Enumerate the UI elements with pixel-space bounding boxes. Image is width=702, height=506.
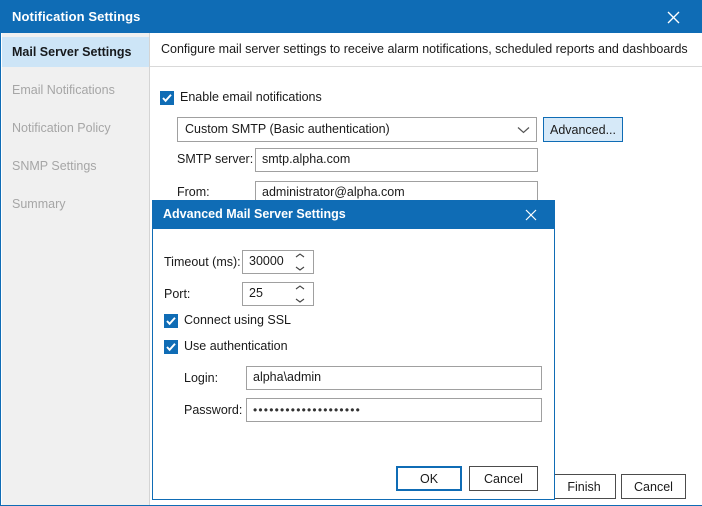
sidebar-item-email-notifications[interactable]: Email Notifications: [2, 75, 149, 105]
wizard-sidebar: Mail Server Settings Email Notifications…: [2, 33, 150, 505]
chevron-up-icon: [295, 285, 305, 290]
timeout-label: Timeout (ms):: [164, 255, 241, 269]
chevron-down-icon: [295, 266, 305, 271]
password-label: Password:: [184, 403, 243, 417]
close-icon[interactable]: [512, 201, 550, 229]
port-value: 25: [249, 286, 263, 300]
connect-using-ssl-label: Connect using SSL: [184, 313, 292, 327]
smtp-mode-value: Custom SMTP (Basic authentication): [185, 122, 390, 136]
notification-settings-window: Notification Settings Mail Server Settin…: [0, 0, 702, 506]
password-value: ••••••••••••••••••••: [253, 403, 362, 417]
timeout-value: 30000: [249, 254, 284, 268]
chevron-down-icon: [517, 118, 530, 141]
dialog-cancel-button[interactable]: Cancel: [469, 466, 538, 491]
timeout-spinner-arrows[interactable]: [292, 253, 308, 271]
login-value: alpha\admin: [253, 370, 322, 384]
from-value: administrator@alpha.com: [262, 185, 405, 199]
sidebar-item-snmp-settings[interactable]: SNMP Settings: [2, 151, 149, 181]
port-label: Port:: [164, 287, 191, 301]
advanced-button[interactable]: Advanced...: [543, 117, 623, 142]
smtp-server-label: SMTP server:: [177, 152, 254, 166]
close-icon[interactable]: [651, 1, 695, 33]
sidebar-item-label: Mail Server Settings: [12, 45, 132, 59]
window-titlebar: Notification Settings: [1, 1, 701, 33]
enable-email-notifications-label: Enable email notifications: [180, 90, 322, 104]
port-stepper[interactable]: 25: [242, 282, 314, 306]
use-authentication-checkbox[interactable]: [164, 340, 178, 354]
chevron-up-icon: [295, 253, 305, 258]
smtp-server-value: smtp.alpha.com: [262, 152, 351, 166]
login-label: Login:: [184, 371, 219, 385]
chevron-down-icon: [295, 298, 305, 303]
timeout-stepper[interactable]: 30000: [242, 250, 314, 274]
dialog-titlebar: Advanced Mail Server Settings: [153, 201, 554, 229]
window-title: Notification Settings: [12, 9, 141, 24]
login-input[interactable]: alpha\admin: [246, 366, 542, 390]
sidebar-item-label: Notification Policy: [12, 121, 111, 135]
finish-button[interactable]: Finish: [552, 474, 616, 499]
sidebar-item-label: Email Notifications: [12, 83, 115, 97]
dialog-title: Advanced Mail Server Settings: [163, 207, 346, 221]
port-spinner-arrows[interactable]: [292, 285, 308, 303]
use-authentication-label: Use authentication: [184, 339, 288, 353]
advanced-mail-server-settings-dialog: Advanced Mail Server Settings Timeout (m…: [152, 200, 555, 500]
sidebar-item-notification-policy[interactable]: Notification Policy: [2, 113, 149, 143]
sidebar-item-mail-server-settings[interactable]: Mail Server Settings: [2, 37, 149, 67]
wizard-cancel-button[interactable]: Cancel: [621, 474, 686, 499]
smtp-mode-dropdown[interactable]: Custom SMTP (Basic authentication): [177, 117, 537, 142]
panel-header-text: Configure mail server settings to receiv…: [161, 42, 688, 56]
sidebar-item-summary[interactable]: Summary: [2, 189, 149, 219]
panel-header: Configure mail server settings to receiv…: [150, 33, 702, 67]
enable-email-notifications-checkbox[interactable]: [160, 91, 174, 105]
sidebar-item-label: SNMP Settings: [12, 159, 97, 173]
sidebar-item-label: Summary: [12, 197, 66, 211]
smtp-server-input[interactable]: smtp.alpha.com: [255, 148, 538, 172]
connect-using-ssl-checkbox[interactable]: [164, 314, 178, 328]
password-input[interactable]: ••••••••••••••••••••: [246, 398, 542, 422]
from-label: From:: [177, 185, 210, 199]
ok-button[interactable]: OK: [396, 466, 462, 491]
